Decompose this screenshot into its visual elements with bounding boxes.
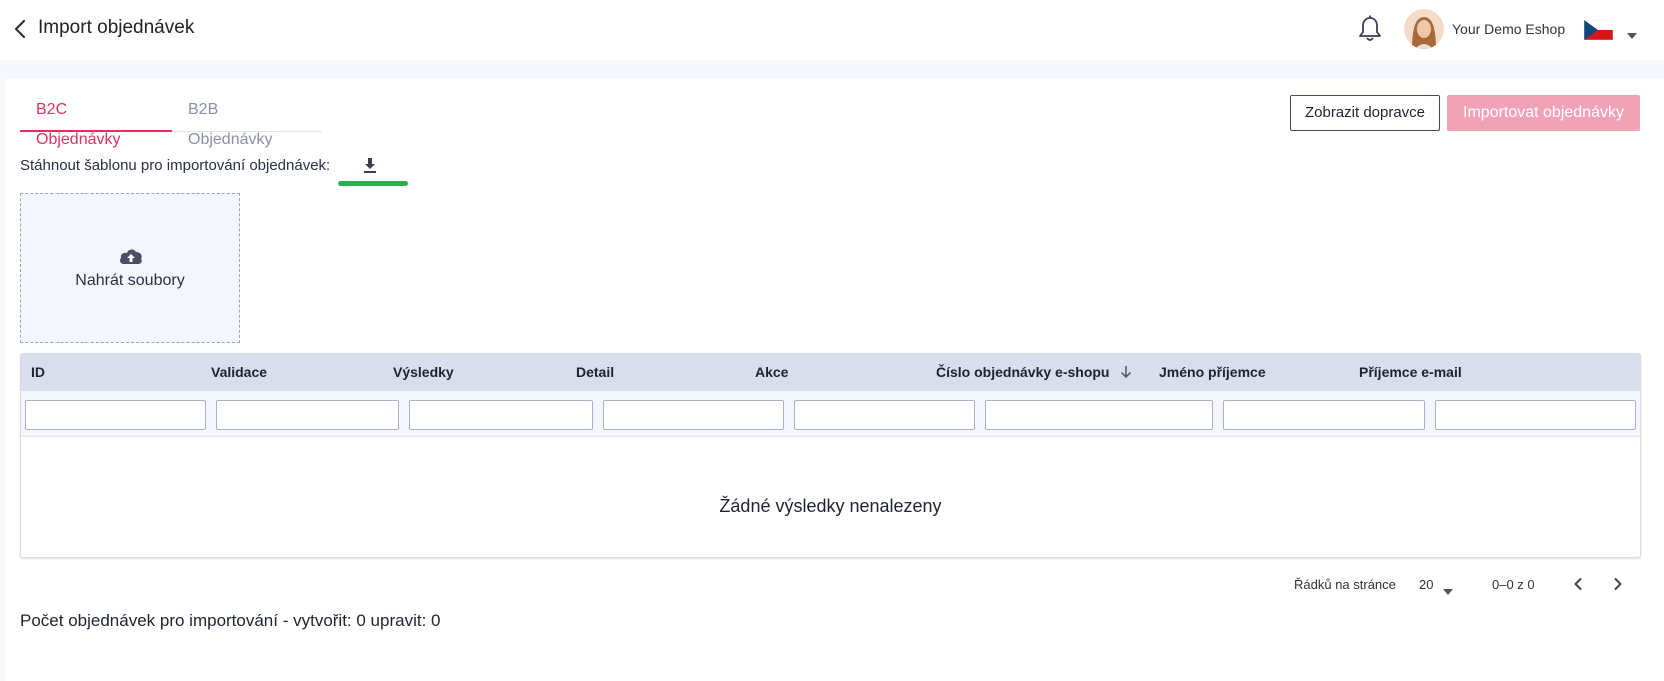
column-header-action[interactable]: Akce: [755, 354, 788, 391]
pagination-range: 0–0 z 0: [1492, 577, 1535, 592]
filter-row: [21, 391, 1640, 437]
user-avatar[interactable]: [1404, 9, 1444, 49]
show-carriers-button[interactable]: Zobrazit dopravce: [1290, 95, 1440, 131]
filter-input-validation[interactable]: [216, 400, 399, 430]
top-bar: Import objednávek Your Demo Eshop: [0, 0, 1664, 60]
filter-input-recipient-name[interactable]: [1223, 400, 1425, 430]
cloud-upload-icon: [118, 246, 144, 266]
column-header-results[interactable]: Výsledky: [393, 354, 454, 391]
orders-table: ID Validace Výsledky Detail Akce Číslo o…: [20, 353, 1641, 558]
import-summary: Počet objednávek pro importování - vytvo…: [20, 611, 441, 630]
filter-input-id[interactable]: [25, 400, 206, 430]
filter-input-action[interactable]: [794, 400, 975, 430]
column-header-eshop-order-number[interactable]: Číslo objednávky e-shopu: [936, 354, 1133, 391]
download-template-label: Stáhnout šablonu pro importování objedná…: [20, 157, 331, 174]
download-icon[interactable]: [360, 156, 380, 176]
filter-input-results[interactable]: [409, 400, 593, 430]
rows-per-page-select[interactable]: 20: [1419, 577, 1433, 592]
order-type-tabs: B2C Objednávky B2B Objednávky: [20, 95, 322, 148]
tab-b2b-orders[interactable]: B2B Objednávky: [172, 95, 322, 148]
filter-input-recipient-email[interactable]: [1435, 400, 1636, 430]
empty-state-message: Žádné výsledky nenalezeny: [719, 496, 942, 516]
column-header-eshop-order-number-label: Číslo objednávky e-shopu: [936, 364, 1110, 380]
column-header-recipient-email[interactable]: Příjemce e-mail: [1359, 354, 1462, 391]
sort-descending-icon[interactable]: [1119, 356, 1133, 379]
table-header: ID Validace Výsledky Detail Akce Číslo o…: [21, 354, 1640, 391]
page-title: Import objednávek: [38, 17, 195, 38]
highlight-underline: [338, 181, 408, 186]
filter-input-eshop-order-number[interactable]: [985, 400, 1213, 430]
back-arrow-icon[interactable]: [8, 16, 34, 42]
chevron-down-icon[interactable]: [1443, 582, 1453, 595]
import-orders-button[interactable]: Importovat objednávky: [1447, 95, 1640, 131]
chevron-down-icon[interactable]: [1626, 27, 1638, 39]
column-header-validation[interactable]: Validace: [211, 354, 267, 391]
upload-label: Nahrát soubory: [75, 272, 185, 289]
column-header-recipient-name[interactable]: Jméno příjemce: [1159, 354, 1266, 391]
column-header-detail[interactable]: Detail: [576, 354, 614, 391]
filter-input-detail[interactable]: [603, 400, 784, 430]
previous-page-icon[interactable]: [1568, 574, 1588, 594]
shop-name[interactable]: Your Demo Eshop: [1452, 21, 1565, 37]
czech-flag-icon[interactable]: [1583, 19, 1614, 41]
rows-per-page-label: Řádků na stránce: [1294, 577, 1396, 592]
file-upload-dropzone[interactable]: Nahrát soubory: [20, 193, 240, 343]
column-header-id[interactable]: ID: [31, 354, 45, 391]
bell-icon[interactable]: [1356, 14, 1384, 44]
next-page-icon[interactable]: [1608, 574, 1628, 594]
tab-b2c-orders[interactable]: B2C Objednávky: [20, 95, 172, 148]
